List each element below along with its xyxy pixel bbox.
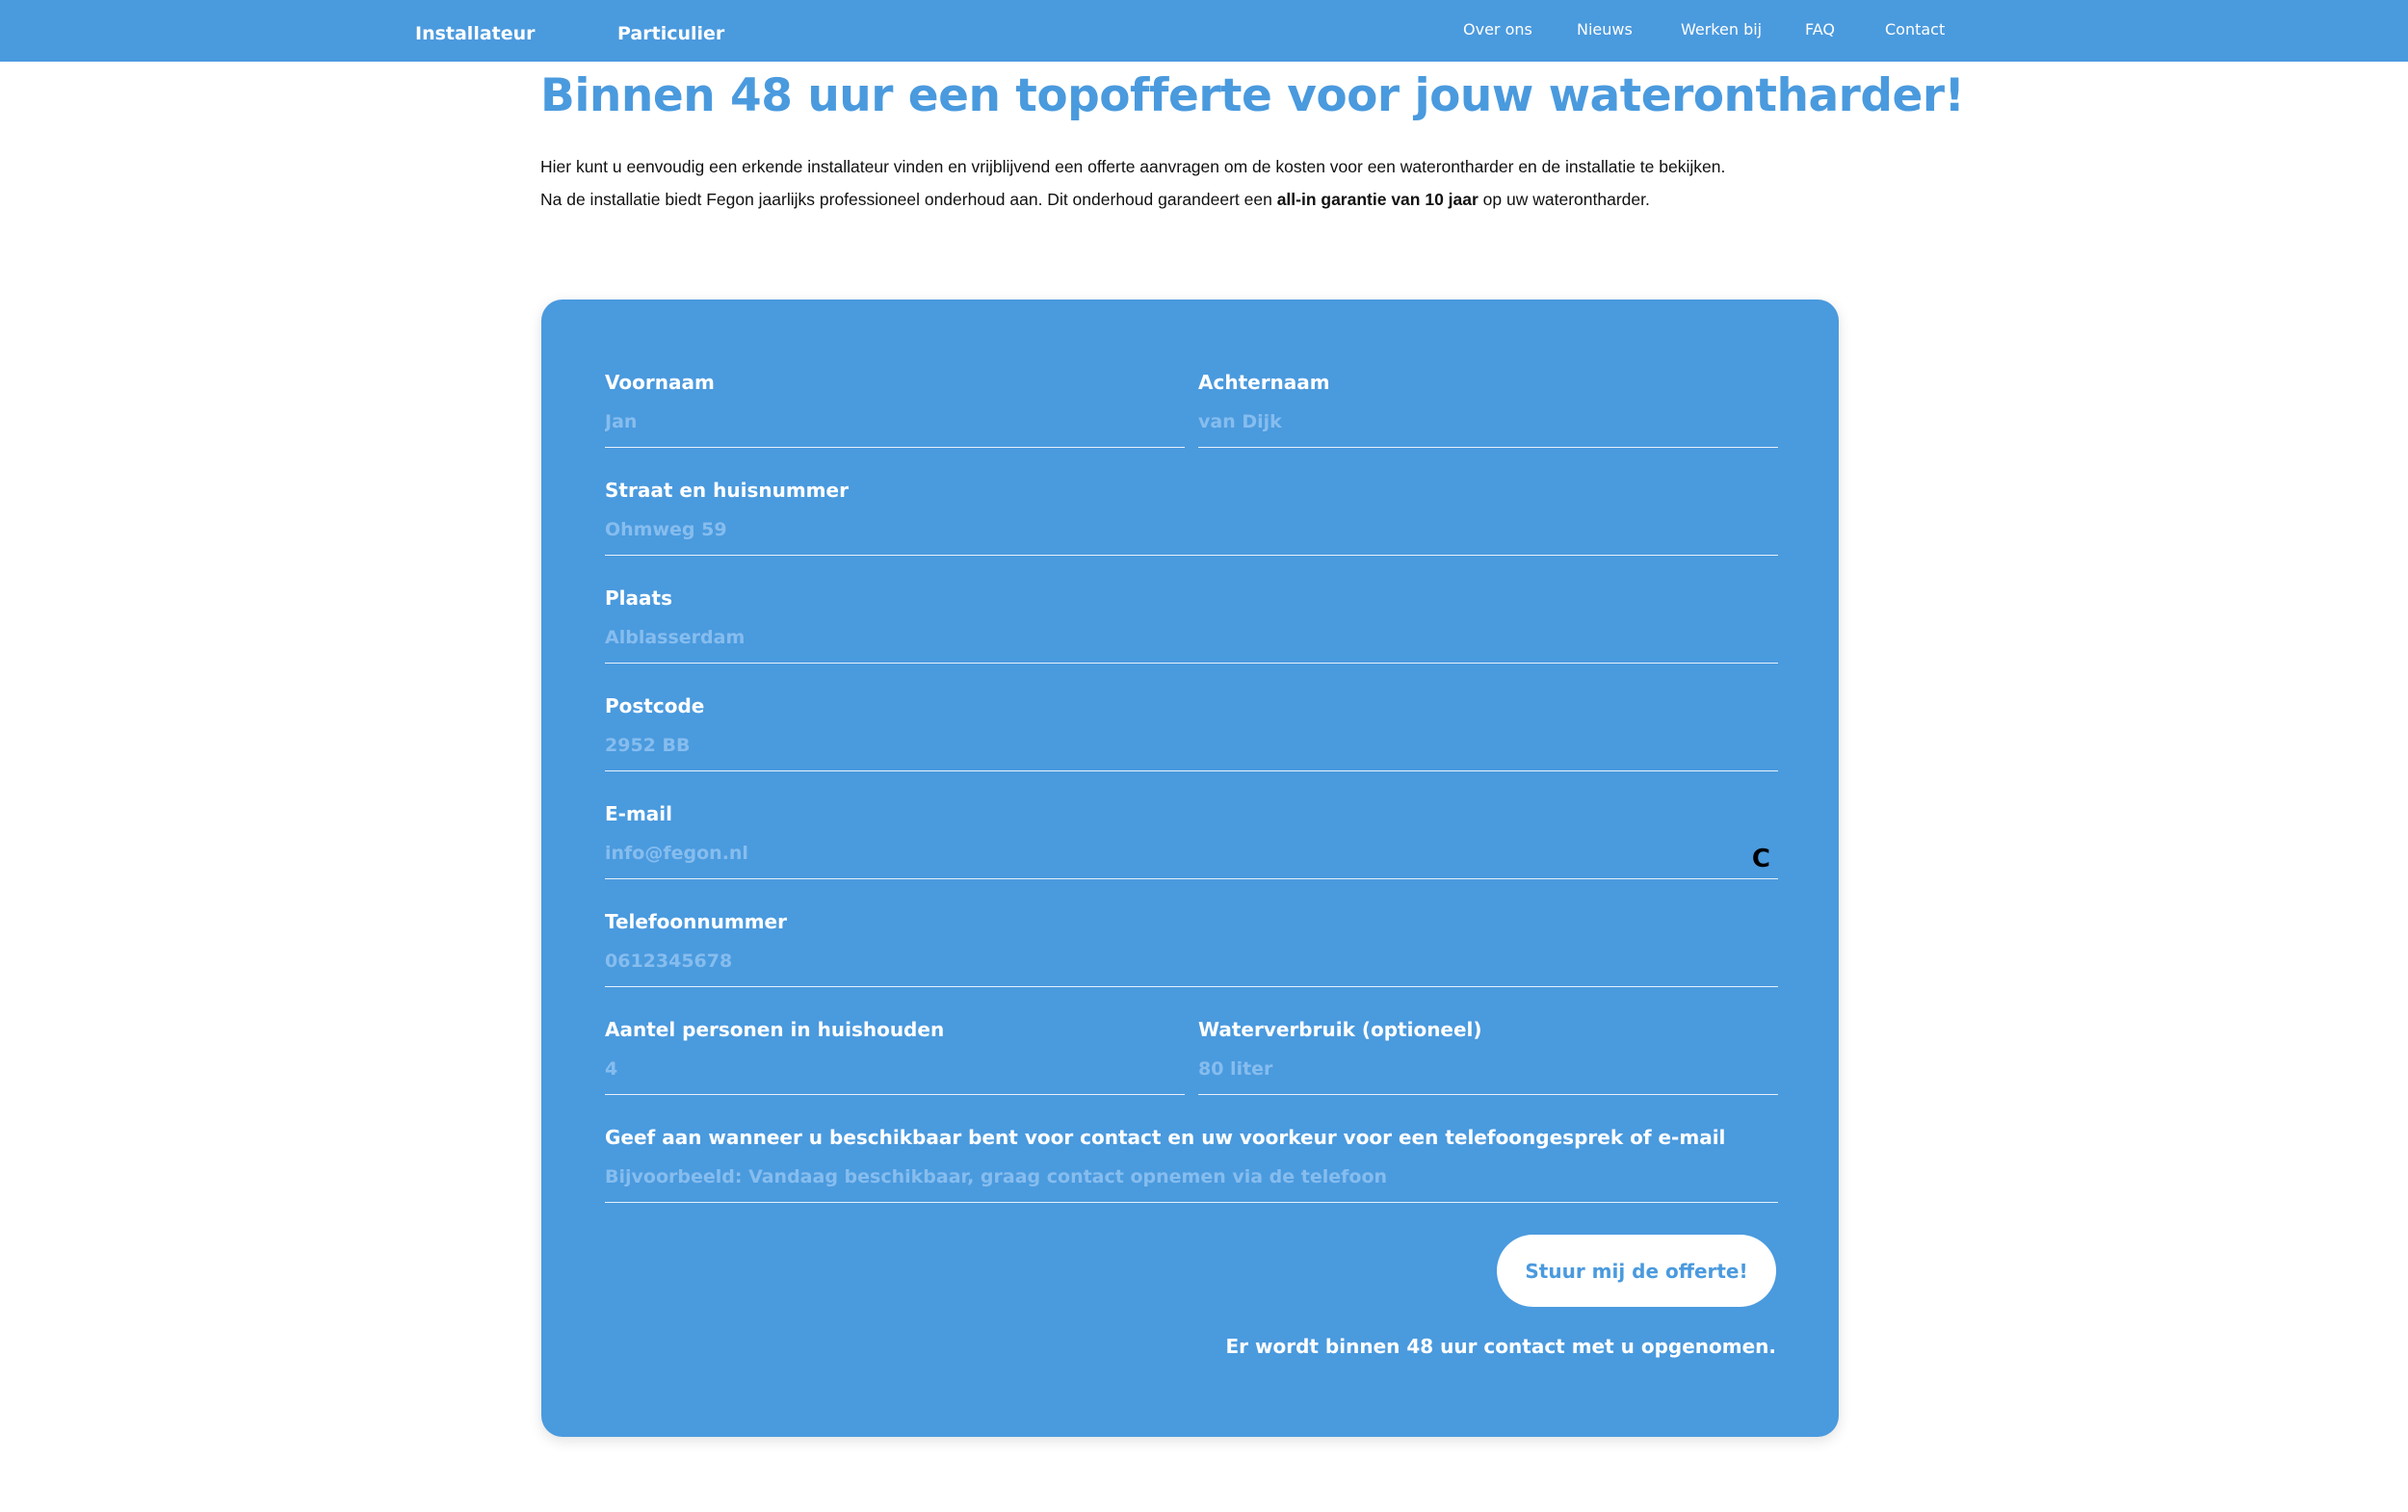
telefoon-field: Telefoonnummer <box>605 910 1778 991</box>
personen-input[interactable] <box>605 1053 1185 1095</box>
nav-link-installateur[interactable]: Installateur <box>415 23 536 44</box>
waterverbruik-input[interactable] <box>1198 1053 1778 1095</box>
voornaam-input[interactable] <box>605 405 1185 448</box>
plaats-label: Plaats <box>605 587 672 610</box>
voornaam-label: Voornaam <box>605 371 715 394</box>
plaats-input[interactable] <box>605 621 1778 664</box>
page-title: Binnen 48 uur een topofferte voor jouw w… <box>540 69 1965 122</box>
personen-field: Aantel personen in huishouden <box>605 1018 1185 1099</box>
straat-input[interactable] <box>605 513 1778 556</box>
beschikbaarheid-field: Geef aan wanneer u beschikbaar bent voor… <box>605 1126 1778 1207</box>
nav-link-faq[interactable]: FAQ <box>1805 20 1835 39</box>
nav-link-werken-bij[interactable]: Werken bij <box>1681 20 1762 39</box>
email-label: E-mail <box>605 802 673 825</box>
straat-field: Straat en huisnummer <box>605 479 1778 560</box>
intro-line-2: Na de installatie biedt Fegon jaarlijks … <box>540 183 1870 216</box>
contact-notice: Er wordt binnen 48 uur contact met u opg… <box>1225 1335 1776 1358</box>
postcode-field: Postcode <box>605 694 1778 775</box>
submit-quote-button[interactable]: Stuur mij de offerte! <box>1497 1235 1776 1307</box>
email-input[interactable] <box>605 837 1778 879</box>
beschikbaarheid-label: Geef aan wanneer u beschikbaar bent voor… <box>605 1126 1726 1149</box>
telefoon-input[interactable] <box>605 945 1778 987</box>
waterverbruik-field: Waterverbruik (optioneel) <box>1198 1018 1778 1099</box>
achternaam-input[interactable] <box>1198 405 1778 448</box>
straat-label: Straat en huisnummer <box>605 479 849 502</box>
email-extension-icon[interactable]: C <box>1752 847 1770 872</box>
nav-link-nieuws[interactable]: Nieuws <box>1577 20 1633 39</box>
intro-line-2-start: Na de installatie biedt Fegon jaarlijks … <box>540 190 1277 209</box>
postcode-label: Postcode <box>605 694 705 717</box>
achternaam-label: Achternaam <box>1198 371 1330 394</box>
plaats-field: Plaats <box>605 587 1778 667</box>
telefoon-label: Telefoonnummer <box>605 910 787 933</box>
postcode-input[interactable] <box>605 729 1778 771</box>
beschikbaarheid-input[interactable] <box>605 1160 1778 1203</box>
guarantee-highlight: all-in garantie van 10 jaar <box>1276 190 1479 209</box>
nav-link-contact[interactable]: Contact <box>1885 20 1945 39</box>
waterverbruik-label: Waterverbruik (optioneel) <box>1198 1018 1482 1041</box>
intro-text: Hier kunt u eenvoudig een erkende instal… <box>540 150 1870 216</box>
intro-line-1: Hier kunt u eenvoudig een erkende instal… <box>540 157 1726 176</box>
voornaam-field: Voornaam <box>605 371 1185 452</box>
top-navigation-bar: Installateur Particulier Over ons Nieuws… <box>0 0 2408 62</box>
email-field: E-mail C <box>605 802 1778 883</box>
personen-label: Aantel personen in huishouden <box>605 1018 945 1041</box>
achternaam-field: Achternaam <box>1198 371 1778 452</box>
nav-link-particulier[interactable]: Particulier <box>617 23 724 44</box>
intro-line-2-end: op uw waterontharder. <box>1478 190 1650 209</box>
nav-link-over-ons[interactable]: Over ons <box>1463 20 1532 39</box>
